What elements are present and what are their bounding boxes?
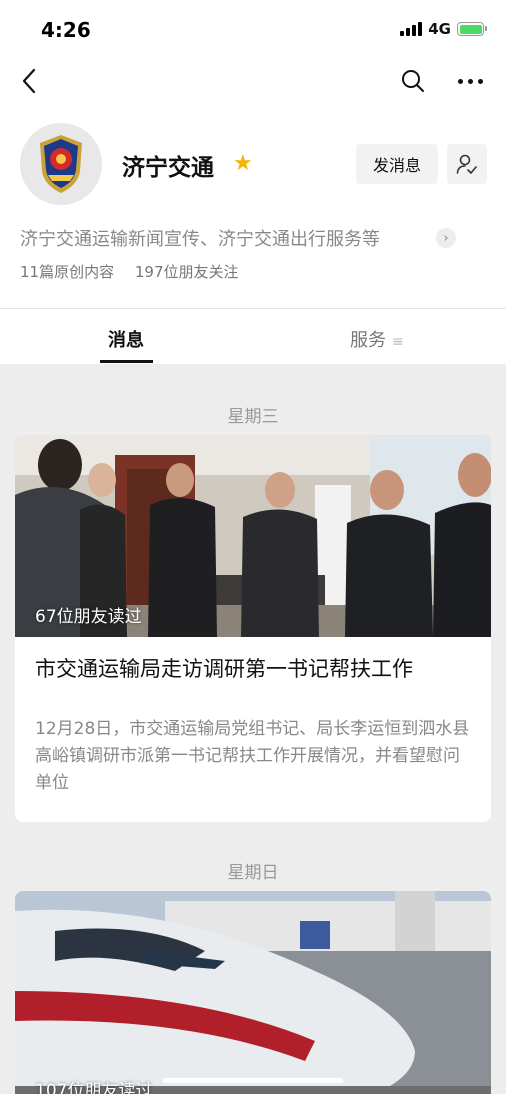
battery-icon (457, 22, 487, 36)
more-dots-icon[interactable] (458, 71, 486, 91)
search-icon[interactable] (400, 68, 426, 94)
day-label: 星期日 (227, 863, 279, 883)
tab-underline (100, 360, 153, 363)
article-summary: 12月28日，市交通运输局党组书记、局长李运恒到泗水县高峪镇调研市派第一书记帮扶… (35, 719, 470, 793)
network-label: 4G (428, 20, 451, 38)
article-card[interactable]: 67位朋友读过 市交通运输局走访调研第一书记帮扶工作 12月28日，市交通运输局… (15, 435, 491, 822)
chevron-left-icon[interactable] (18, 66, 42, 96)
article-image: 107位朋友读过 (15, 891, 491, 1094)
navbar (0, 62, 506, 102)
followers-count: 197位朋友关注 (134, 263, 239, 281)
read-count: 67位朋友读过 (35, 607, 142, 627)
send-message-button[interactable]: 发消息 (356, 144, 438, 184)
account-name: 济宁交通 (122, 155, 214, 181)
article-card[interactable]: 107位朋友读过 (15, 891, 491, 1094)
day-label: 星期三 (227, 407, 279, 427)
account-description[interactable]: 济宁交通运输新闻宣传、济宁交通出行服务等 (20, 225, 380, 251)
profile-button[interactable] (447, 144, 487, 184)
account-stats: 11篇原创内容 197位朋友关注 (20, 261, 255, 282)
signal-icon (400, 22, 423, 36)
original-count: 11篇原创内容 (20, 263, 115, 281)
menu-icon: ≡ (392, 334, 404, 350)
read-count: 107位朋友读过 (35, 1081, 153, 1094)
divider (0, 308, 506, 309)
tab-services[interactable]: 服务 ≡ (350, 326, 404, 352)
star-icon: ★ (233, 151, 253, 176)
home-indicator[interactable] (163, 1078, 343, 1083)
user-check-icon (456, 154, 477, 174)
tab-messages[interactable]: 消息 (108, 326, 144, 352)
police-emblem-icon (20, 123, 102, 205)
chevron-right-icon[interactable]: › (436, 228, 456, 248)
article-image: 67位朋友读过 (15, 435, 491, 637)
status-right: 4G (400, 20, 487, 38)
account-header: 4:26 4G 济宁交通 ★ 发消息 济宁交通运输新闻宣传、济宁交通出行服务等 … (0, 0, 506, 364)
avatar[interactable] (20, 123, 102, 205)
article-title[interactable]: 市交通运输局走访调研第一书记帮扶工作 (35, 655, 475, 684)
status-bar: 4:26 4G (0, 0, 506, 62)
status-time: 4:26 (41, 18, 91, 42)
tab-services-label: 服务 (350, 330, 386, 351)
